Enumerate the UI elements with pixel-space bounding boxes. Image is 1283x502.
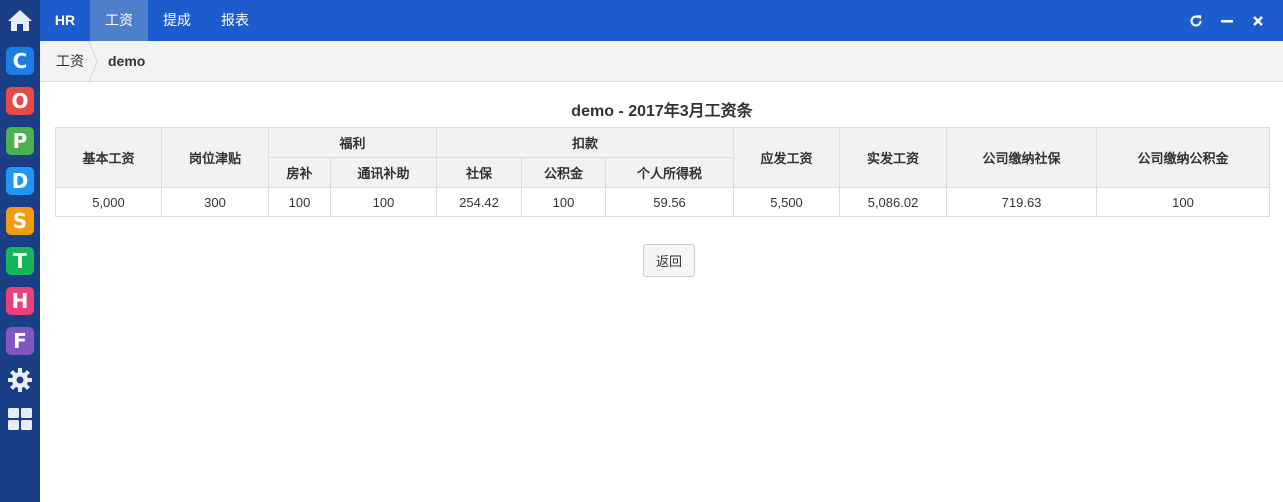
h-app-icon[interactable]: H <box>6 287 34 315</box>
cell-housing: 100 <box>268 187 331 217</box>
home-icon[interactable] <box>5 5 35 35</box>
header-company-fund: 公司缴纳公积金 <box>1096 127 1271 188</box>
refresh-icon[interactable] <box>1187 12 1205 30</box>
close-icon[interactable] <box>1249 12 1267 30</box>
page-title: demo - 2017年3月工资条 <box>571 103 753 120</box>
header-social-security: 社保 <box>436 157 523 188</box>
c-app-icon[interactable]: C <box>6 47 34 75</box>
tab-commission[interactable]: 提成 <box>148 0 206 41</box>
breadcrumb: 工资 demo <box>40 41 1283 82</box>
cell-company-social: 719.63 <box>946 187 1098 217</box>
gear-icon[interactable] <box>5 365 35 395</box>
cell-base-salary: 5,000 <box>55 187 162 217</box>
tab-reports[interactable]: 报表 <box>206 0 264 41</box>
header-income-tax: 个人所得税 <box>605 157 735 188</box>
cell-net-pay: 5,086.02 <box>839 187 948 217</box>
cell-social-security: 254.42 <box>436 187 523 217</box>
header-housing: 房补 <box>268 157 331 188</box>
s-app-icon[interactable]: S <box>6 207 34 235</box>
t-app-icon[interactable]: T <box>6 247 34 275</box>
breadcrumb-salary[interactable]: 工资 <box>56 41 84 82</box>
cell-gross-pay: 5,500 <box>733 187 841 217</box>
d-app-icon[interactable]: D <box>6 167 34 195</box>
header-housing-fund: 公积金 <box>521 157 607 188</box>
salary-slip-table: 基本工资 岗位津贴 福利 扣款 应发工资 实发工资 公司缴纳社保 公司缴纳公积金… <box>55 127 1271 217</box>
breadcrumb-separator-icon <box>88 41 98 82</box>
cell-company-fund: 100 <box>1096 187 1271 217</box>
header-welfare: 福利 <box>267 127 438 158</box>
brand-label[interactable]: HR <box>40 0 90 41</box>
top-nav-bar: HR 工资 提成 报表 <box>40 0 1283 41</box>
header-deduction: 扣款 <box>436 127 735 158</box>
back-button[interactable]: 返回 <box>643 244 695 277</box>
cell-income-tax: 59.56 <box>605 187 735 217</box>
cell-housing-fund: 100 <box>521 187 607 217</box>
breadcrumb-demo: demo <box>108 53 146 69</box>
header-base-salary: 基本工资 <box>55 127 162 188</box>
p-app-icon[interactable]: P <box>6 127 34 155</box>
header-company-social: 公司缴纳社保 <box>946 127 1098 188</box>
grid-apps-icon[interactable] <box>5 404 35 434</box>
app-dock: COPDSTHF <box>0 0 40 502</box>
minimize-icon[interactable] <box>1218 12 1236 30</box>
table-row: 5,000 300 100 100 254.42 100 59.56 5,500… <box>55 187 1271 217</box>
f-app-icon[interactable]: F <box>6 327 34 355</box>
header-post-allowance: 岗位津贴 <box>161 127 269 188</box>
o-app-icon[interactable]: O <box>6 87 34 115</box>
cell-post-allowance: 300 <box>161 187 269 217</box>
tab-salary[interactable]: 工资 <box>90 0 148 41</box>
header-communication: 通讯补助 <box>329 157 438 188</box>
cell-communication: 100 <box>329 187 438 217</box>
header-gross-pay: 应发工资 <box>733 127 841 188</box>
header-net-pay: 实发工资 <box>839 127 948 188</box>
